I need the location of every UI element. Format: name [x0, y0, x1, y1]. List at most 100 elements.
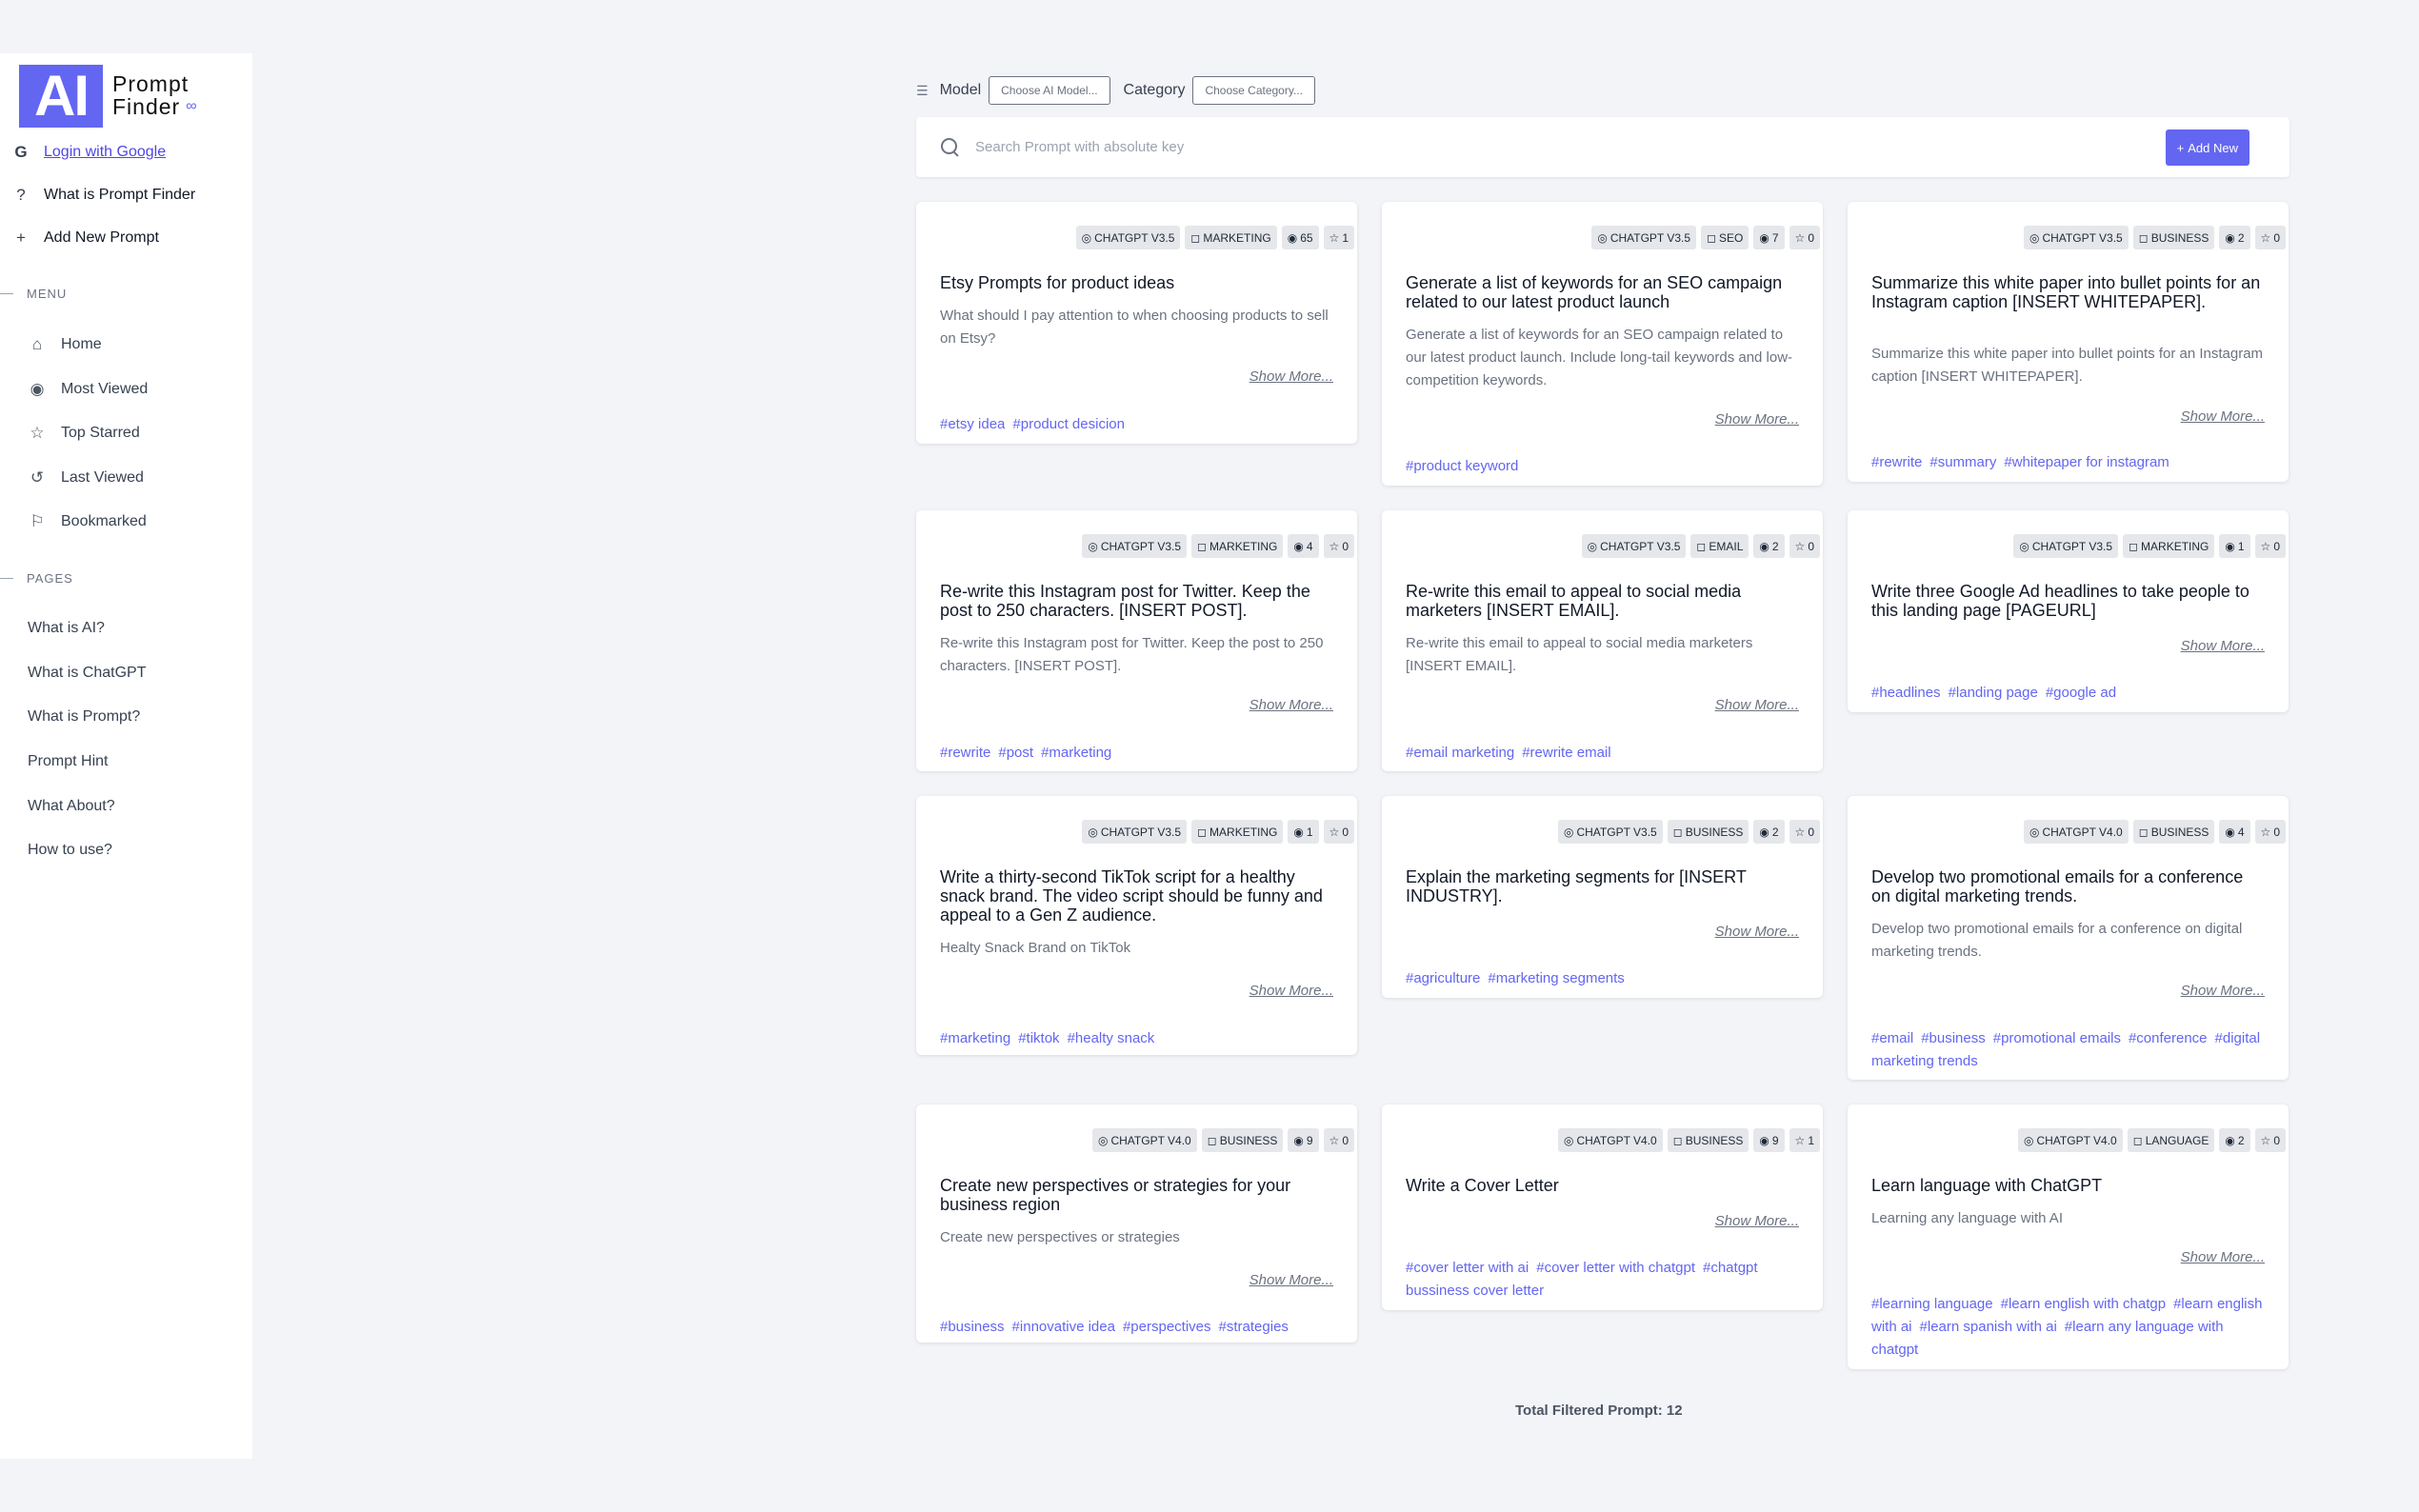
tag-link[interactable]: #conference	[2129, 1030, 2208, 1046]
category-badge[interactable]: ◻ SEO	[1701, 226, 1749, 249]
stars-badge[interactable]: ☆ 0	[1323, 1128, 1354, 1152]
menu-item-top-starred[interactable]: ☆ Top Starred	[29, 424, 139, 443]
tag-link[interactable]: #etsy idea	[940, 416, 1005, 432]
prompt-card[interactable]: ◎ CHATGPT V4.0 ◻ LANGUAGE ◉ 2 ☆ 0 Learn lang…	[1848, 1104, 2289, 1369]
add-new-prompt-link[interactable]: + Add New Prompt	[13, 229, 159, 248]
card-title[interactable]: Re-write this email to appeal to social …	[1406, 582, 1799, 620]
category-badge[interactable]: ◻ MARKETING	[2123, 534, 2215, 558]
what-is-prompt-finder-link[interactable]: ? What is Prompt Finder	[13, 186, 195, 205]
category-badge[interactable]: ◻ MARKETING	[1191, 820, 1284, 844]
category-badge[interactable]: ◻ BUSINESS	[2132, 226, 2215, 249]
show-more-link[interactable]: Show More...	[1249, 368, 1333, 385]
stars-badge[interactable]: ☆ 0	[1789, 820, 1820, 844]
card-title[interactable]: Etsy Prompts for product ideas	[940, 273, 1333, 292]
model-badge[interactable]: ◎ CHATGPT V4.0	[2023, 820, 2129, 844]
tag-link[interactable]: #headlines	[1871, 685, 1941, 701]
card-title[interactable]: Re-write this Instagram post for Twitter…	[940, 582, 1333, 620]
prompt-card[interactable]: ◎ CHATGPT V3.5 ◻ SEO ◉ 7 ☆ 0 Generate a list…	[1382, 202, 1823, 486]
tag-link[interactable]: #business	[1921, 1030, 1986, 1046]
page-link-prompt-hint[interactable]: Prompt Hint	[28, 753, 108, 770]
model-badge[interactable]: ◎ CHATGPT V3.5	[2013, 534, 2119, 558]
model-badge[interactable]: ◎ CHATGPT V3.5	[1591, 226, 1697, 249]
tag-link[interactable]: #whitepaper for instagram	[2004, 454, 2169, 470]
category-badge[interactable]: ◻ EMAIL	[1690, 534, 1749, 558]
tag-link[interactable]: #strategies	[1219, 1319, 1289, 1335]
tag-link[interactable]: #cover letter with ai	[1406, 1260, 1529, 1276]
model-badge[interactable]: ◎ CHATGPT V3.5	[1581, 534, 1687, 558]
prompt-card[interactable]: ◎ CHATGPT V4.0 ◻ BUSINESS ◉ 4 ☆ 0 Develop tw…	[1848, 796, 2289, 1080]
stars-badge[interactable]: ☆ 0	[1323, 820, 1354, 844]
model-badge[interactable]: ◎ CHATGPT V4.0	[1557, 1128, 1663, 1152]
prompt-card[interactable]: ◎ CHATGPT V3.5 ◻ MARKETING ◉ 65 ☆ 1 Etsy Pro…	[916, 202, 1357, 444]
prompt-card[interactable]: ◎ CHATGPT V3.5 ◻ BUSINESS ◉ 2 ☆ 0 Summarize …	[1848, 202, 2289, 482]
category-badge[interactable]: ◻ MARKETING	[1191, 534, 1284, 558]
menu-item-home[interactable]: ⌂ Home	[29, 335, 102, 354]
category-select[interactable]: Choose Category...	[1192, 76, 1315, 105]
model-badge[interactable]: ◎ CHATGPT V3.5	[1082, 534, 1188, 558]
tag-link[interactable]: #summary	[1929, 454, 1996, 470]
model-badge[interactable]: ◎ CHATGPT V3.5	[1082, 820, 1188, 844]
prompt-card[interactable]: ◎ CHATGPT V3.5 ◻ EMAIL ◉ 2 ☆ 0 Re-write this…	[1382, 510, 1823, 771]
tag-link[interactable]: #innovative idea	[1012, 1319, 1115, 1335]
show-more-link[interactable]: Show More...	[1715, 1213, 1799, 1229]
category-badge[interactable]: ◻ BUSINESS	[1667, 1128, 1749, 1152]
login-with-google-link[interactable]: G Login with Google	[13, 143, 166, 162]
add-new-button[interactable]: + Add New	[2165, 129, 2249, 166]
category-badge[interactable]: ◻ BUSINESS	[1667, 820, 1749, 844]
show-more-link[interactable]: Show More...	[1249, 697, 1333, 713]
tag-link[interactable]: #product keyword	[1406, 458, 1518, 474]
model-select[interactable]: Choose AI Model...	[989, 76, 1110, 105]
tag-link[interactable]: #agriculture	[1406, 970, 1480, 986]
category-badge[interactable]: ◻ MARKETING	[1185, 226, 1277, 249]
tag-link[interactable]: #google ad	[2046, 685, 2116, 701]
stars-badge[interactable]: ☆ 0	[2254, 1128, 2286, 1152]
category-badge[interactable]: ◻ BUSINESS	[1201, 1128, 1284, 1152]
page-link-how-to-use[interactable]: How to use?	[28, 842, 112, 859]
stars-badge[interactable]: ☆ 0	[2254, 820, 2286, 844]
logo[interactable]: AI Prompt Finder ∞	[19, 65, 198, 128]
tag-link[interactable]: #email	[1871, 1030, 1913, 1046]
show-more-link[interactable]: Show More...	[2181, 983, 2265, 999]
show-more-link[interactable]: Show More...	[1715, 924, 1799, 940]
card-title[interactable]: Explain the marketing segments for [INSE…	[1406, 867, 1799, 905]
tag-link[interactable]: #learn spanish with ai	[1920, 1319, 2057, 1335]
tag-link[interactable]: #rewrite email	[1522, 745, 1610, 761]
stars-badge[interactable]: ☆ 1	[1323, 226, 1354, 249]
page-link-what-is-chatgpt[interactable]: What is ChatGPT	[28, 665, 146, 682]
prompt-card[interactable]: ◎ CHATGPT V4.0 ◻ BUSINESS ◉ 9 ☆ 1 Write a Co…	[1382, 1104, 1823, 1310]
tag-link[interactable]: #tiktok	[1018, 1030, 1059, 1046]
prompt-card[interactable]: ◎ CHATGPT V4.0 ◻ BUSINESS ◉ 9 ☆ 0 Create new…	[916, 1104, 1357, 1343]
category-badge[interactable]: ◻ BUSINESS	[2132, 820, 2215, 844]
search-input[interactable]	[975, 139, 2118, 155]
tag-link[interactable]: #product desicion	[1012, 416, 1125, 432]
card-title[interactable]: Generate a list of keywords for an SEO c…	[1406, 273, 1799, 311]
card-title[interactable]: Create new perspectives or strategies fo…	[940, 1176, 1333, 1214]
tag-link[interactable]: #rewrite	[940, 745, 990, 761]
model-badge[interactable]: ◎ CHATGPT V3.5	[1557, 820, 1663, 844]
card-title[interactable]: Write a thirty-second TikTok script for …	[940, 867, 1333, 925]
tag-link[interactable]: #learning language	[1871, 1296, 1993, 1312]
tag-link[interactable]: #landing page	[1949, 685, 2038, 701]
card-title[interactable]: Write a Cover Letter	[1406, 1176, 1799, 1195]
show-more-link[interactable]: Show More...	[1249, 1272, 1333, 1288]
show-more-link[interactable]: Show More...	[2181, 408, 2265, 425]
tag-link[interactable]: #healty snack	[1068, 1030, 1155, 1046]
prompt-card[interactable]: ◎ CHATGPT V3.5 ◻ BUSINESS ◉ 2 ☆ 0 Explain th…	[1382, 796, 1823, 998]
page-link-what-about[interactable]: What About?	[28, 798, 115, 815]
card-title[interactable]: Summarize this white paper into bullet p…	[1871, 273, 2265, 311]
model-badge[interactable]: ◎ CHATGPT V3.5	[1075, 226, 1181, 249]
show-more-link[interactable]: Show More...	[1715, 697, 1799, 713]
tag-link[interactable]: #post	[998, 745, 1033, 761]
card-title[interactable]: Learn language with ChatGPT	[1871, 1176, 2265, 1195]
card-title[interactable]: Write three Google Ad headlines to take …	[1871, 582, 2265, 620]
tag-link[interactable]: #email marketing	[1406, 745, 1514, 761]
prompt-card[interactable]: ◎ CHATGPT V3.5 ◻ MARKETING ◉ 1 ☆ 0 Write thr…	[1848, 510, 2289, 712]
show-more-link[interactable]: Show More...	[2181, 1249, 2265, 1265]
menu-item-last-viewed[interactable]: ↺ Last Viewed	[29, 468, 144, 487]
model-badge[interactable]: ◎ CHATGPT V4.0	[1091, 1128, 1197, 1152]
tag-link[interactable]: #marketing	[940, 1030, 1010, 1046]
menu-item-bookmarked[interactable]: ⚐ Bookmarked	[29, 512, 146, 531]
tag-link[interactable]: #perspectives	[1123, 1319, 1211, 1335]
page-link-what-is-prompt[interactable]: What is Prompt?	[28, 708, 140, 726]
model-badge[interactable]: ◎ CHATGPT V3.5	[2023, 226, 2129, 249]
